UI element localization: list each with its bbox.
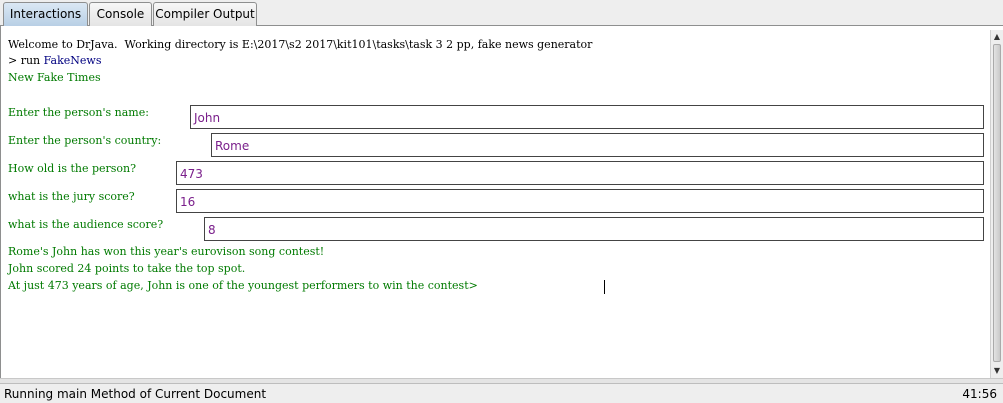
age-input[interactable]: 473 [176,161,984,185]
prompt-age-label: How old is the person? [8,162,137,175]
output-line: John scored 24 points to take the top sp… [8,262,246,275]
prompt-country-label: Enter the person's country: [8,134,162,147]
cursor-position: 41:56 [962,387,997,401]
scroll-up-icon[interactable]: ▲ [991,30,1003,44]
tab-compiler-output[interactable]: Compiler Output [153,2,257,26]
prompt-jury-label: what is the jury score? [8,190,135,203]
tab-strip: Interactions Console Compiler Output [0,0,1003,26]
output-line: Rome's John has won this year's euroviso… [8,245,325,258]
interactions-pane[interactable]: Welcome to DrJava. Working directory is … [0,26,1003,379]
country-input[interactable]: Rome [211,133,984,157]
command-line: > run FakeNews [8,54,101,68]
prompt-name-label: Enter the person's name: [8,106,149,119]
jury-score-input[interactable]: 16 [176,189,984,213]
command-keyword: run [20,54,41,67]
text-caret [604,280,605,294]
output-line: At just 473 years of age, John is one of… [8,279,478,292]
scrollbar-thumb[interactable] [993,44,1001,362]
name-input[interactable]: John [190,105,984,129]
vertical-scrollbar[interactable]: ▲ ▼ [990,30,1003,378]
title-output: New Fake Times [8,71,101,84]
audience-score-input[interactable]: 8 [204,217,984,241]
tab-interactions[interactable]: Interactions [3,2,88,26]
command-class-name: FakeNews [43,54,102,67]
status-message: Running main Method of Current Document [4,387,267,401]
prompt-audience-label: what is the audience score? [8,218,164,231]
tab-console[interactable]: Console [89,2,152,26]
scroll-down-icon[interactable]: ▼ [991,364,1003,378]
status-bar: Running main Method of Current Document … [0,383,1003,403]
prompt-symbol: > [8,54,21,67]
welcome-line: Welcome to DrJava. Working directory is … [8,38,593,51]
